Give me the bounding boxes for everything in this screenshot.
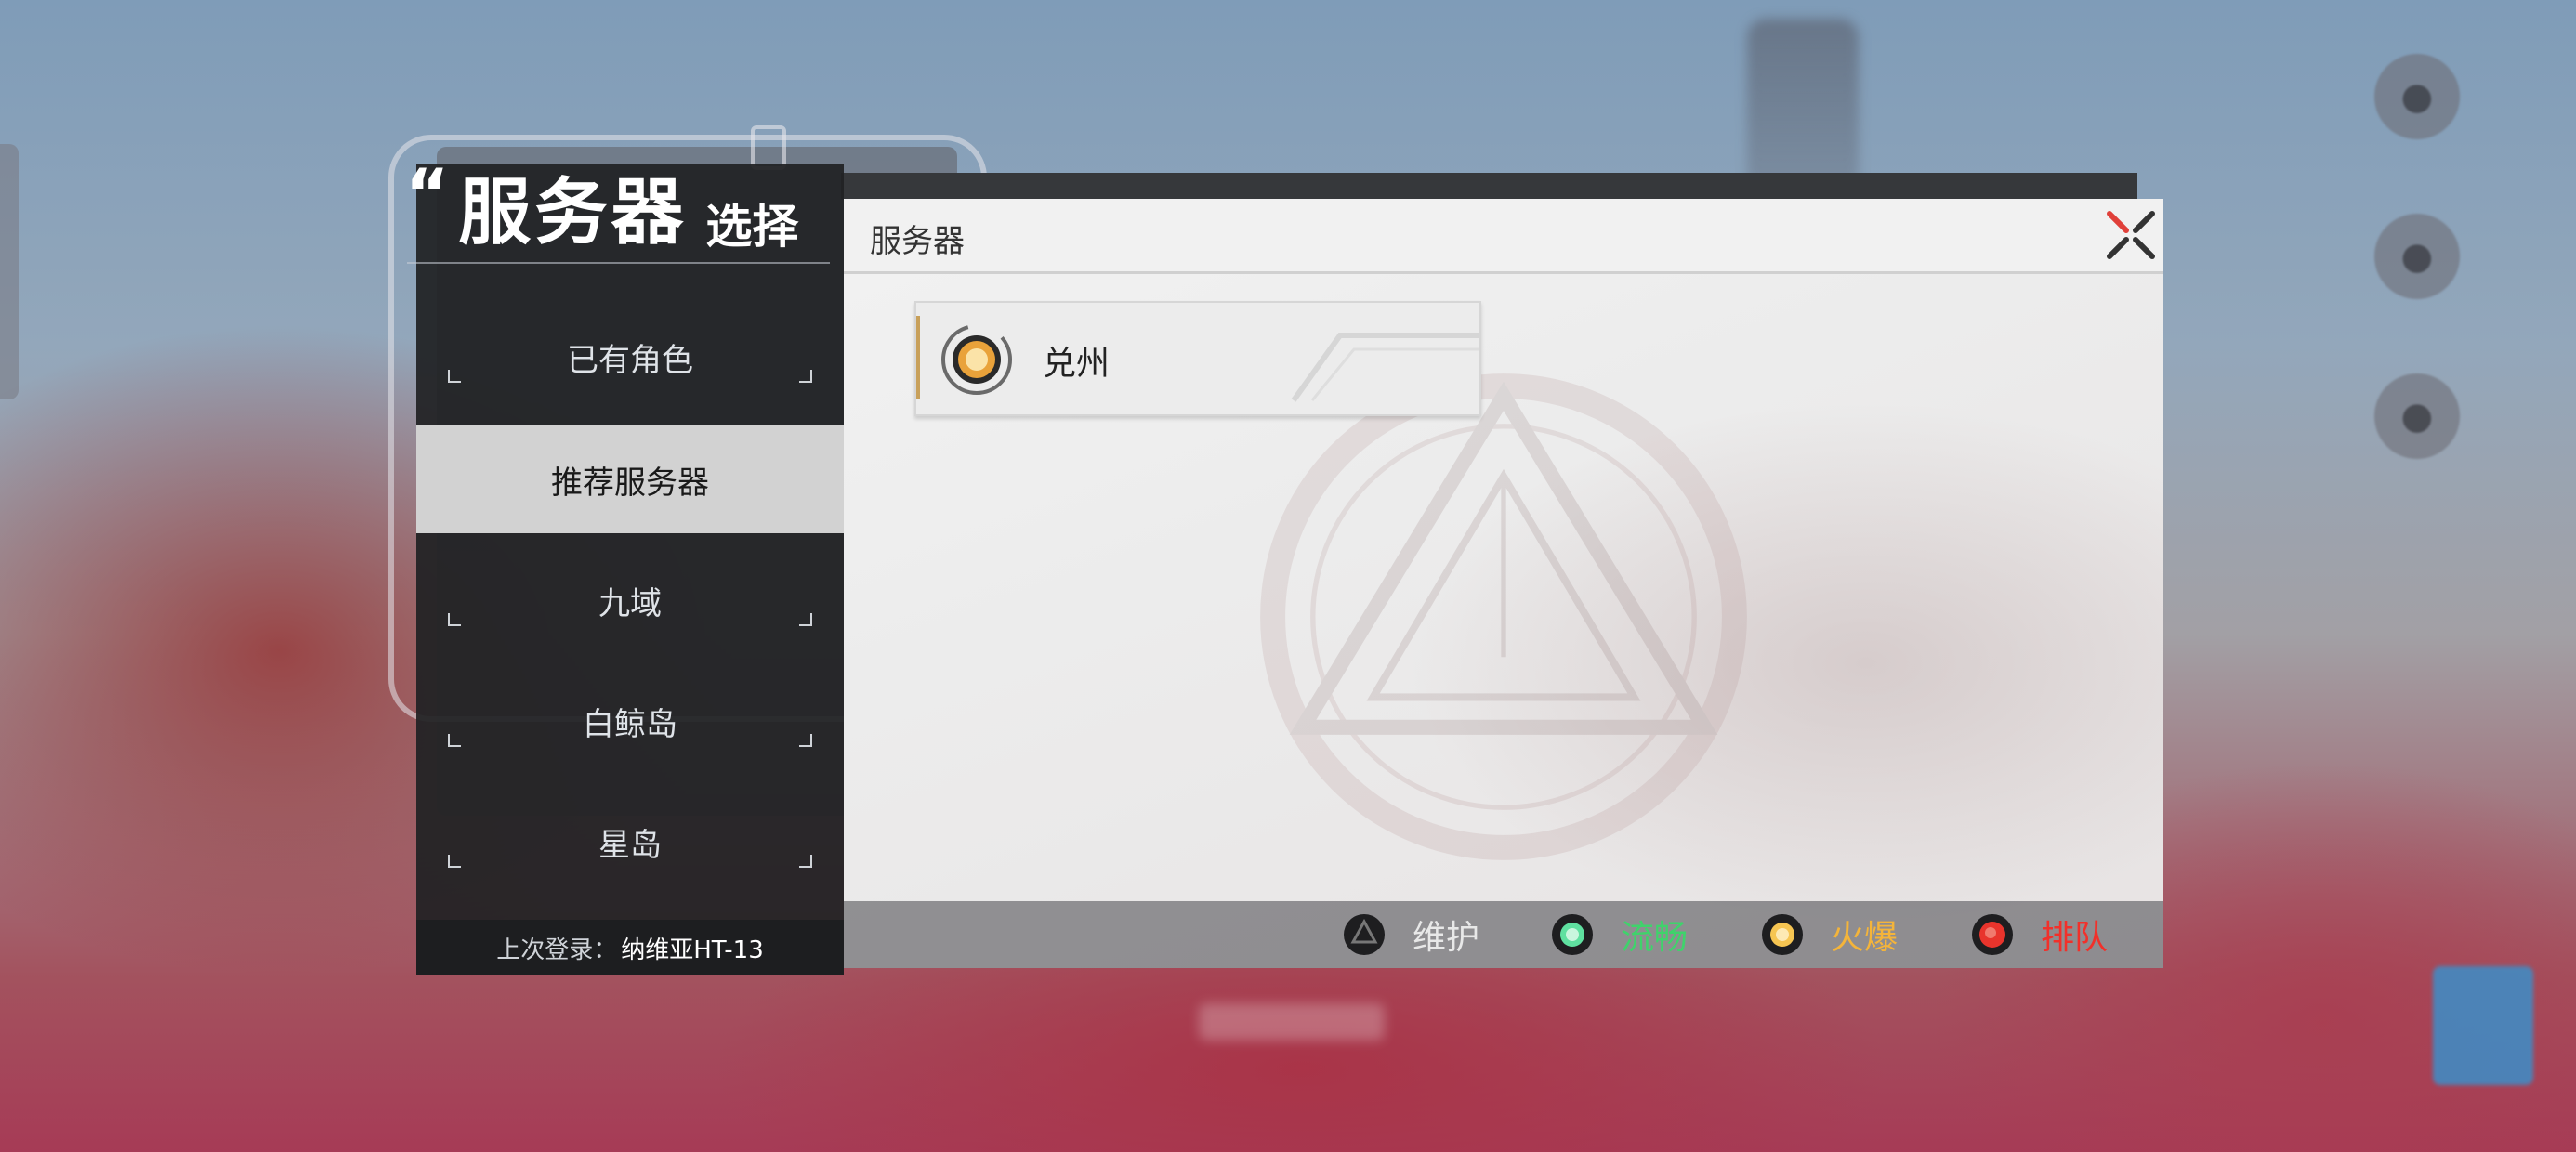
page-title: “ 服务器 选择 [405,154,833,258]
menu-item-label: 星岛 [598,826,662,864]
server-list-panel: 服务器 兑州 维护 流畅 火爆 排队 [844,199,2163,968]
title-sub: 选择 [705,200,799,254]
menu-item-label: 已有角色 [567,341,693,379]
circle-icon: ● [2400,395,2434,438]
menu-item-label: 推荐服务器 [551,464,709,502]
menu-item-baijing-island[interactable]: 白鲸岛 [416,667,844,775]
circle-icon: ● [2400,235,2434,278]
corner-bracket-icon [448,613,461,626]
panel-title: 服务器 [870,223,965,260]
left-edge-tab[interactable] [0,144,19,399]
title-divider [407,262,830,264]
legend-label: 火爆 [1831,919,1899,957]
corner-bracket-icon [799,855,812,868]
menu-item-recommended-servers[interactable]: 推荐服务器 [416,425,844,533]
corner-blue-button[interactable] [2433,966,2533,1085]
status-queue-icon [1972,914,2013,955]
side-button-bottom[interactable]: ● [2374,373,2460,459]
status-busy-icon [941,324,1012,395]
legend-smooth: 流畅 [1550,910,1688,959]
legend-label: 排队 [2041,919,2109,957]
corner-bracket-icon [448,370,461,383]
card-stripe-decoration [1291,333,1479,402]
last-login-prefix: 上次登录： [496,936,618,964]
menu-item-star-island[interactable]: 星岛 [416,788,844,896]
menu-item-label: 九域 [598,584,662,622]
status-legend: 维护 流畅 火爆 排队 [844,901,2163,968]
corner-bracket-icon [799,370,812,383]
last-login-server: 纳维亚HT-13 [621,936,764,964]
legend-label: 维护 [1413,919,1480,957]
legend-busy: 火爆 [1760,910,1898,959]
side-button-top[interactable]: ● [2374,54,2460,139]
server-name: 兑州 [1043,345,1111,383]
side-button-middle[interactable]: ● [2374,214,2460,299]
panel-header: 服务器 [844,199,2163,274]
panel-top-bar [841,173,2137,199]
close-icon[interactable] [2098,203,2163,268]
status-busy-icon [1762,914,1803,955]
corner-bracket-icon [448,734,461,747]
server-card-accent [916,316,920,399]
corner-bracket-icon [448,855,461,868]
menu-item-label: 白鲸岛 [583,705,677,743]
status-maintenance-icon [1344,914,1385,955]
circle-icon: ● [2400,75,2434,118]
triangle-emblem-icon [1260,373,1747,860]
menu-item-jiuyu[interactable]: 九域 [416,546,844,654]
corner-bracket-icon [799,613,812,626]
corner-bracket-icon [799,734,812,747]
legend-label: 流畅 [1621,919,1689,957]
title-main: 服务器 [458,171,688,255]
server-card[interactable]: 兑州 [914,301,1481,416]
legend-maintenance: 维护 [1342,910,1479,959]
last-login-info: 上次登录： 纳维亚HT-13 [416,920,844,975]
status-smooth-icon [1552,914,1593,955]
title-quote-mark: “ [405,154,450,232]
legend-queue: 排队 [1970,910,2108,959]
blurred-background-label [1199,1003,1385,1041]
menu-item-existing-characters[interactable]: 已有角色 [416,303,844,411]
